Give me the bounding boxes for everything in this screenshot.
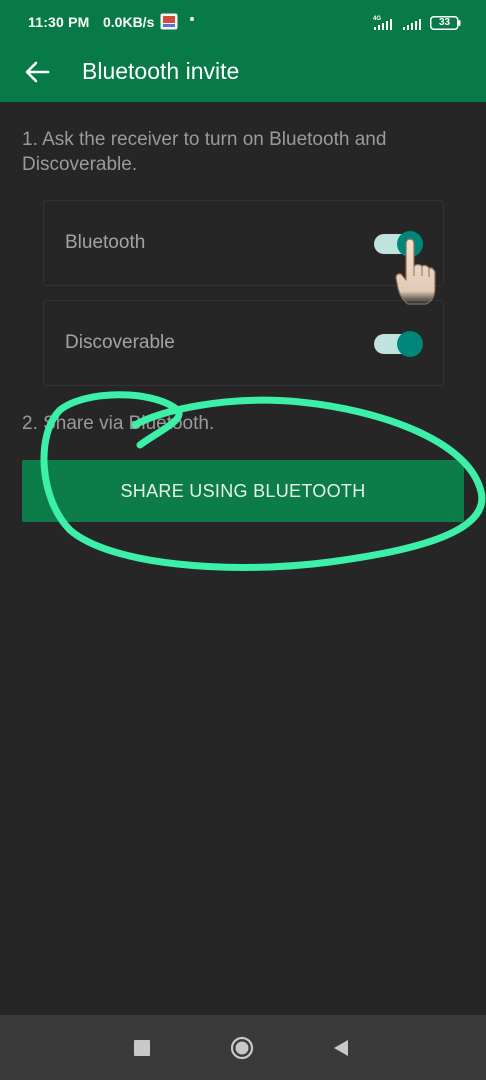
page-title: Bluetooth invite [82,58,240,84]
status-time: 11:30 PM [28,14,90,30]
pointing-hand-icon [395,238,436,305]
status-dot [190,17,194,21]
triangle-back-icon[interactable] [332,1038,350,1058]
svg-text:4G: 4G [373,16,381,22]
discoverable-label: Discoverable [65,332,175,353]
navigation-bar [0,1015,486,1080]
bluetooth-setting-card: Bluetooth [43,200,444,286]
discoverable-toggle[interactable] [372,331,424,357]
discoverable-setting-card: Discoverable [43,300,444,386]
app-bar: Bluetooth invite [0,44,486,102]
network-speed: 0.0KB/s [103,14,155,30]
toggle-thumb [397,331,423,357]
battery-level: 33 [438,17,451,28]
circle-home-icon[interactable] [230,1036,254,1060]
signal-4g-icon: 4G [373,16,392,30]
share-using-bluetooth-button[interactable]: SHARE USING BLUETOOTH [22,460,464,522]
step-2-instruction: 2. Share via Bluetooth. [22,413,215,434]
bluetooth-label: Bluetooth [65,232,146,253]
app-notification-icon [160,13,178,30]
square-icon[interactable] [134,1040,150,1056]
status-bar: 11:30 PM 0.0KB/s 4G 33 [0,0,486,44]
step-1-instruction: 1. Ask the receiver to turn on Bluetooth… [22,129,387,175]
arrow-left-icon[interactable] [24,60,52,84]
signal-icon [403,19,421,30]
